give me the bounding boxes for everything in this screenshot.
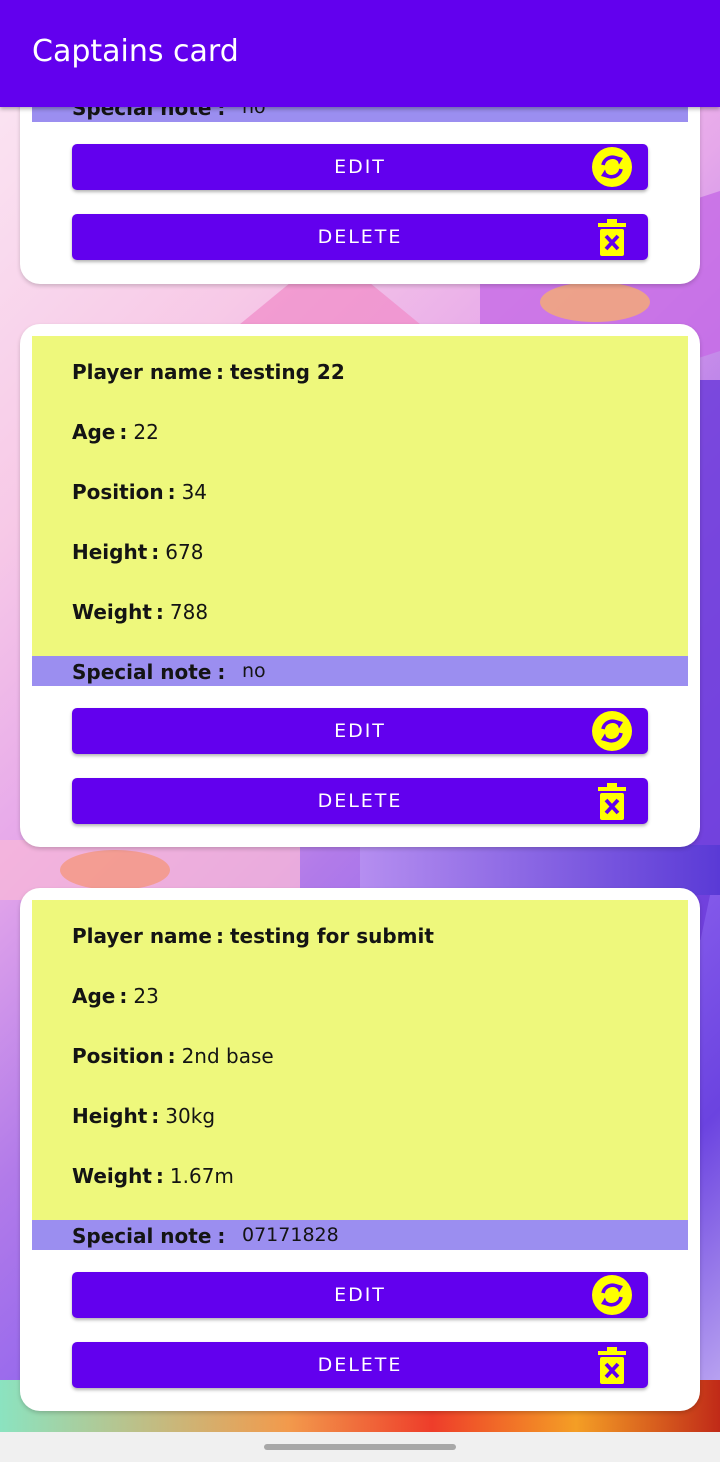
height-value: 30kg (165, 1104, 216, 1128)
weight-value: 788 (169, 600, 209, 624)
edit-button[interactable]: EDIT (72, 708, 648, 754)
sync-icon (592, 1275, 632, 1315)
position-label: Position (72, 480, 164, 504)
height-row: Height:30kg (72, 1104, 216, 1128)
special-note-value: no (242, 660, 266, 682)
age-value: 22 (133, 420, 159, 444)
delete-x-icon (598, 1347, 626, 1384)
delete-button[interactable]: DELETE (72, 214, 648, 260)
weight-value: 1.67m (169, 1164, 234, 1188)
sync-icon (592, 711, 632, 751)
age-label: Age (72, 984, 116, 1008)
special-note-label: Special note (72, 660, 212, 684)
delete-button-label: DELETE (317, 790, 403, 812)
height-row: Height:678 (72, 540, 204, 564)
player-name-label: Player name (72, 360, 212, 384)
delete-button[interactable]: DELETE (72, 778, 648, 824)
special-note-label: Special note (72, 1224, 212, 1248)
weight-row: Weight:1.67m (72, 1164, 234, 1188)
player-name-row: Player name: testing 22 (72, 360, 345, 384)
position-label: Position (72, 1044, 164, 1068)
player-info-panel: Player name: testing for submit Age:23 Po… (32, 900, 688, 1220)
app-title: Captains card (32, 34, 239, 69)
weight-label: Weight (72, 600, 152, 624)
player-card: Player name: testing 22 Age:22 Position:3… (20, 324, 700, 847)
app-bar: Captains card (0, 0, 720, 107)
system-navigation-bar (0, 1432, 720, 1462)
age-label: Age (72, 420, 116, 444)
delete-button[interactable]: DELETE (72, 1342, 648, 1388)
weight-row: Weight:788 (72, 600, 209, 624)
sync-icon (592, 147, 632, 187)
position-row: Position:34 (72, 480, 208, 504)
player-name-row: Player name: testing for submit (72, 924, 434, 948)
player-info-panel: Player name: testing 22 Age:22 Position:3… (32, 336, 688, 656)
special-note-row: Special note: 07171828 (32, 1220, 688, 1250)
height-label: Height (72, 1104, 148, 1128)
player-name-label: Player name (72, 924, 212, 948)
player-name-value: testing 22 (229, 360, 345, 384)
edit-button[interactable]: EDIT (72, 144, 648, 190)
edit-button-label: EDIT (334, 720, 386, 742)
age-row: Age:22 (72, 420, 159, 444)
position-value: 34 (181, 480, 208, 504)
special-note-row: Special note: no (32, 656, 688, 686)
position-value: 2nd base (181, 1044, 274, 1068)
player-card: Player name: testing for submit Age:23 Po… (20, 888, 700, 1411)
edit-button[interactable]: EDIT (72, 1272, 648, 1318)
height-label: Height (72, 540, 148, 564)
age-row: Age:23 (72, 984, 159, 1008)
player-name-value: testing for submit (229, 924, 434, 948)
weight-label: Weight (72, 1164, 152, 1188)
edit-button-label: EDIT (334, 1284, 386, 1306)
home-gesture-handle[interactable] (264, 1444, 456, 1450)
age-value: 23 (133, 984, 159, 1008)
special-note-value: 07171828 (242, 1224, 339, 1246)
delete-button-label: DELETE (317, 226, 403, 248)
edit-button-label: EDIT (334, 156, 386, 178)
delete-x-icon (598, 783, 626, 820)
position-row: Position:2nd base (72, 1044, 274, 1068)
delete-x-icon (598, 219, 626, 256)
height-value: 678 (165, 540, 204, 564)
delete-button-label: DELETE (317, 1354, 403, 1376)
